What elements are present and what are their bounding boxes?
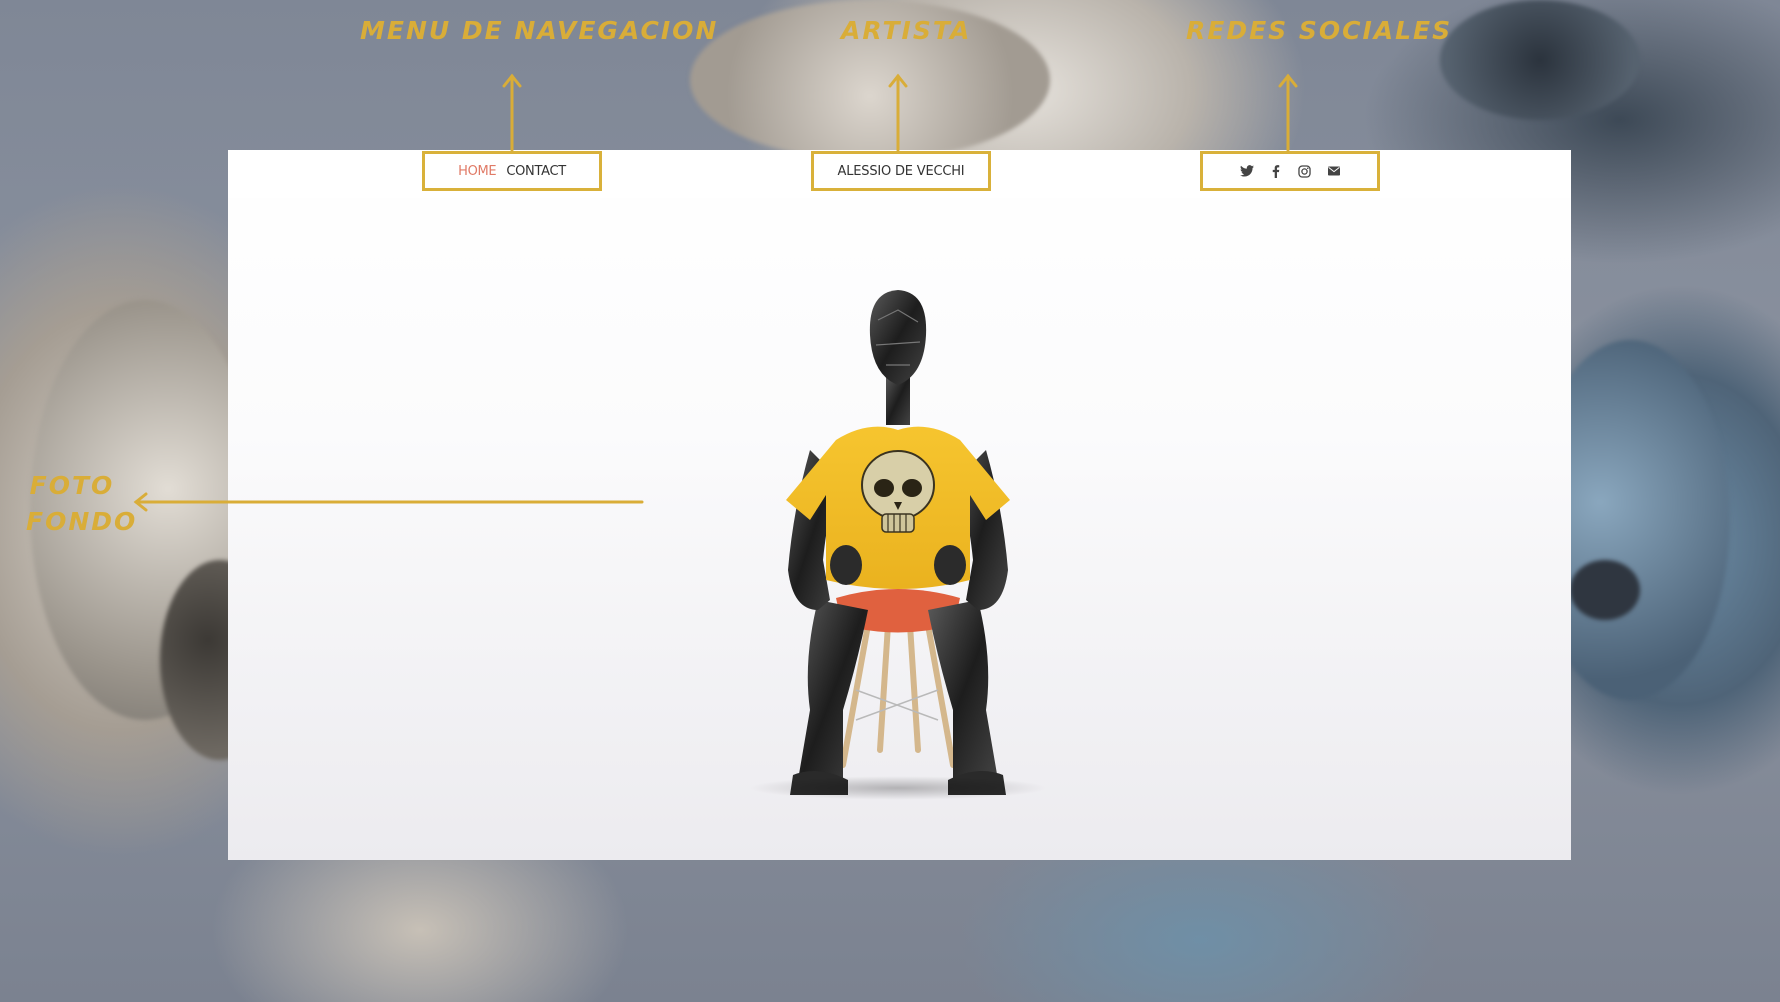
artist-name[interactable]: ALESSIO DE VECCHI [811,151,991,191]
annotation-background-line2: FONDO [26,507,138,536]
social-links [1200,151,1380,191]
bg-shape [1570,560,1640,620]
instagram-icon[interactable] [1297,163,1313,179]
floor-shadow [748,776,1048,800]
bg-shape [1440,0,1640,120]
annotation-background-label: FOTO FONDO [26,468,135,540]
nav-contact-link[interactable]: CONTACT [506,164,566,179]
annotation-artist-label: ARTISTA [841,16,972,45]
navigation-menu: HOME CONTACT [422,151,602,191]
site-header: HOME CONTACT ALESSIO DE VECCHI [228,150,1571,198]
annotation-background-line1: FOTO [29,471,115,500]
hero-figure-image [748,280,1048,800]
sitting-figure-illustration [786,290,1010,795]
twitter-icon[interactable] [1239,163,1255,179]
nav-home-link[interactable]: HOME [458,164,497,179]
website-mockup: HOME CONTACT ALESSIO DE VECCHI [228,150,1571,860]
annotation-social-label: REDES SOCIALES [1186,16,1453,45]
annotation-menu-label: MENU DE NAVEGACION [360,16,719,45]
mail-icon[interactable] [1326,163,1342,179]
facebook-icon[interactable] [1268,163,1284,179]
